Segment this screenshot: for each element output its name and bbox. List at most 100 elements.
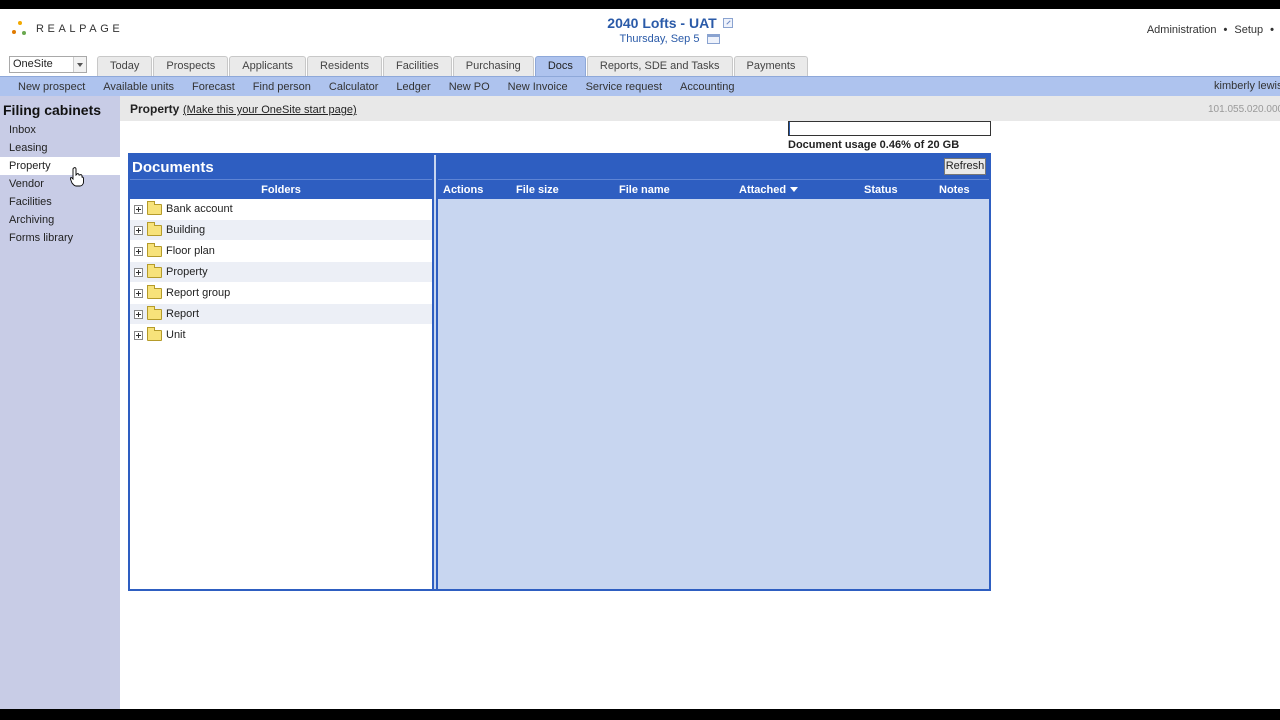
tab-reports[interactable]: Reports, SDE and Tasks	[586, 56, 733, 76]
content-header: Property (Make this your OneSite start p…	[120, 96, 1280, 121]
folder-row-report[interactable]: Report	[130, 304, 432, 325]
hand-cursor-icon	[70, 167, 84, 187]
administration-link[interactable]: Administration	[1147, 24, 1217, 36]
folder-label: Property	[166, 266, 208, 278]
tab-purchasing[interactable]: Purchasing	[452, 56, 534, 76]
tab-residents[interactable]: Residents	[307, 56, 382, 76]
column-actions[interactable]: Actions	[443, 184, 483, 196]
forecast-link[interactable]: Forecast	[192, 81, 235, 93]
separator-dot: •	[1223, 24, 1228, 36]
tab-today[interactable]: Today	[97, 56, 153, 76]
files-column-headers: Actions File size File name Attached Sta…	[438, 179, 989, 199]
service-request-link[interactable]: Service request	[586, 81, 662, 93]
column-file-name[interactable]: File name	[619, 184, 670, 196]
property-name[interactable]: 2040 Lofts - UAT	[607, 15, 733, 31]
date-text: Thursday, Sep 5	[619, 33, 700, 45]
property-name-text: 2040 Lofts - UAT	[607, 15, 717, 31]
folder-row-property[interactable]: Property	[130, 262, 432, 283]
separator-dot: •	[1270, 24, 1274, 36]
find-person-link[interactable]: Find person	[253, 81, 311, 93]
expand-icon[interactable]	[134, 246, 143, 256]
tab-applicants[interactable]: Applicants	[229, 56, 307, 76]
folder-icon	[147, 242, 162, 257]
product-select-value: OneSite	[13, 58, 53, 70]
files-toolbar: Refresh	[438, 155, 989, 179]
tab-prospects[interactable]: Prospects	[153, 56, 229, 76]
expand-icon[interactable]	[134, 288, 143, 298]
folders-header: Folders	[130, 179, 432, 199]
sidebar-item-archiving[interactable]: Archiving	[0, 211, 120, 229]
property-title-block: 2040 Lofts - UAT Thursday, Sep 5	[540, 15, 800, 45]
chevron-down-icon[interactable]	[73, 57, 86, 72]
product-select[interactable]: OneSite	[9, 56, 87, 73]
column-status[interactable]: Status	[864, 184, 898, 196]
sidebar-item-vendor[interactable]: Vendor	[0, 175, 120, 193]
filing-cabinets-sidebar: Filing cabinets Inbox Leasing Property V…	[0, 96, 120, 709]
tab-docs[interactable]: Docs	[534, 56, 586, 76]
calculator-link[interactable]: Calculator	[329, 81, 379, 93]
app-screen: REALPAGE 2040 Lofts - UAT Thursday, Sep …	[0, 9, 1280, 709]
new-invoice-link[interactable]: New Invoice	[508, 81, 568, 93]
logo-text: REALPAGE	[36, 23, 124, 35]
folder-label: Building	[166, 224, 206, 236]
available-units-link[interactable]: Available units	[103, 81, 174, 93]
column-file-size[interactable]: File size	[516, 184, 559, 196]
top-links: Administration • Setup •	[1147, 24, 1274, 36]
version-number: 101.055.020.000	[1208, 104, 1280, 115]
column-notes[interactable]: Notes	[939, 184, 970, 196]
folder-row-report-group[interactable]: Report group	[130, 283, 432, 304]
files-pane: Refresh Actions File size File name Atta…	[436, 155, 989, 589]
document-usage-text: Document usage 0.46% of 20 GB	[788, 139, 960, 151]
sidebar-item-leasing[interactable]: Leasing	[0, 139, 120, 157]
column-attached-label: Attached	[739, 184, 787, 196]
main-tabs: Today Prospects Applicants Residents Fac…	[97, 56, 809, 76]
main-tab-row: OneSite Today Prospects Applicants Resid…	[0, 56, 1280, 76]
folder-icon	[147, 200, 162, 215]
quick-links-bar: New prospect Available units Forecast Fi…	[0, 76, 1280, 96]
folder-icon	[147, 305, 162, 320]
tab-facilities[interactable]: Facilities	[382, 56, 452, 76]
column-attached[interactable]: Attached	[739, 184, 799, 196]
make-start-page-link[interactable]: (Make this your OneSite start page)	[183, 104, 357, 116]
folder-label: Floor plan	[166, 245, 215, 257]
expand-icon[interactable]	[134, 204, 143, 214]
documents-panel: Documents Folders Bank account Building …	[128, 153, 991, 591]
current-date: Thursday, Sep 5	[620, 33, 721, 45]
new-po-link[interactable]: New PO	[449, 81, 490, 93]
refresh-button[interactable]: Refresh	[944, 158, 986, 175]
ledger-link[interactable]: Ledger	[396, 81, 430, 93]
new-prospect-link[interactable]: New prospect	[18, 81, 85, 93]
change-property-icon[interactable]	[722, 18, 733, 28]
folder-row-building[interactable]: Building	[130, 220, 432, 241]
user-name[interactable]: kimberly lewis	[1214, 80, 1280, 92]
documents-title: Documents	[130, 155, 432, 179]
folder-label: Report	[166, 308, 200, 320]
expand-icon[interactable]	[134, 309, 143, 319]
expand-icon[interactable]	[134, 267, 143, 277]
accounting-link[interactable]: Accounting	[680, 81, 734, 93]
folder-icon	[147, 263, 162, 278]
sidebar-item-property[interactable]: Property	[0, 157, 120, 175]
expand-icon[interactable]	[134, 330, 143, 340]
folder-row-unit[interactable]: Unit	[130, 325, 432, 346]
folder-label: Bank account	[166, 203, 233, 215]
folder-row-floor-plan[interactable]: Floor plan	[130, 241, 432, 262]
expand-icon[interactable]	[134, 225, 143, 235]
page-title: Property	[130, 102, 180, 116]
folder-label: Report group	[166, 287, 231, 299]
sidebar-item-inbox[interactable]: Inbox	[0, 121, 120, 139]
sidebar-item-facilities[interactable]: Facilities	[0, 193, 120, 211]
setup-link[interactable]: Setup	[1234, 24, 1263, 36]
tab-payments[interactable]: Payments	[733, 56, 809, 76]
folder-icon	[147, 284, 162, 299]
sidebar-item-forms-library[interactable]: Forms library	[0, 229, 120, 247]
folder-row-bank-account[interactable]: Bank account	[130, 199, 432, 220]
folders-pane: Documents Folders Bank account Building …	[130, 155, 434, 589]
folder-icon	[147, 326, 162, 341]
realpage-logo[interactable]: REALPAGE	[12, 21, 123, 37]
folder-label: Unit	[166, 329, 186, 341]
realpage-logo-icon	[12, 21, 28, 37]
calendar-icon[interactable]	[707, 34, 721, 44]
document-usage-bar	[788, 121, 991, 136]
folder-tree: Bank account Building Floor plan Propert…	[130, 199, 432, 346]
